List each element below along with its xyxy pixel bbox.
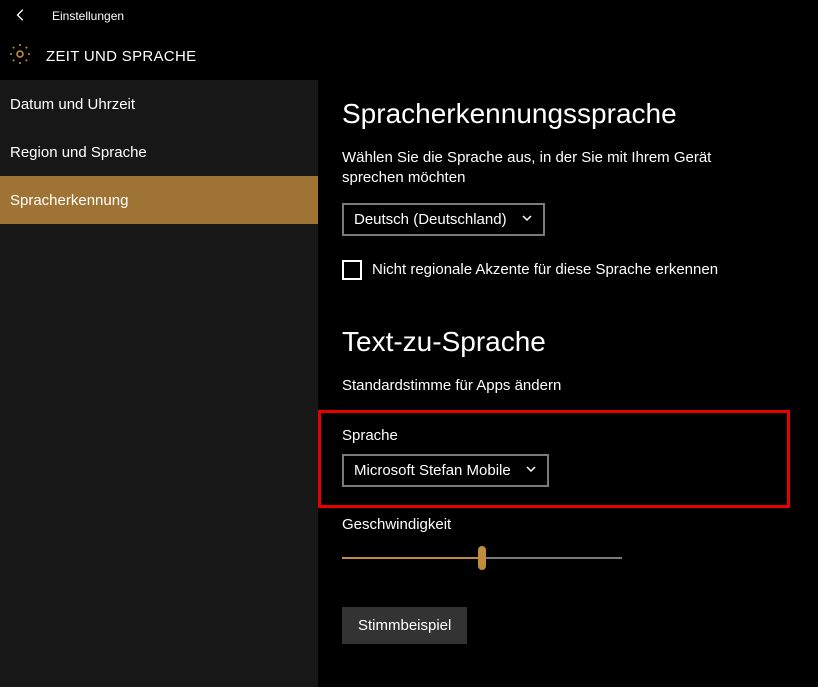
page-header: ZEIT UND SPRACHE xyxy=(0,32,818,80)
sidebar-item-speech[interactable]: Spracherkennung xyxy=(0,176,318,224)
speed-slider[interactable] xyxy=(342,553,622,565)
sidebar-item-datetime[interactable]: Datum und Uhrzeit xyxy=(0,80,318,128)
page-title: ZEIT UND SPRACHE xyxy=(46,48,196,65)
button-label: Stimmbeispiel xyxy=(358,617,451,634)
sidebar-item-label: Datum und Uhrzeit xyxy=(10,96,135,113)
slider-thumb xyxy=(478,546,486,570)
voice-select[interactable]: Microsoft Stefan Mobile xyxy=(342,454,549,487)
speed-label: Geschwindigkeit xyxy=(342,516,794,533)
section-title-speech-recognition: Spracherkennungssprache xyxy=(342,98,794,130)
section-title-tts: Text-zu-Sprache xyxy=(342,326,794,358)
sidebar-item-label: Region und Sprache xyxy=(10,144,147,161)
sidebar: Datum und Uhrzeit Region und Sprache Spr… xyxy=(0,80,318,687)
section-description: Standardstimme für Apps ändern xyxy=(342,376,772,396)
chevron-down-icon xyxy=(525,462,537,479)
section-description: Wählen Sie die Sprache aus, in der Sie m… xyxy=(342,148,772,189)
voice-label: Sprache xyxy=(335,427,773,444)
slider-track-filled xyxy=(342,557,482,559)
gear-icon xyxy=(8,42,32,71)
chevron-down-icon xyxy=(521,211,533,228)
sidebar-item-region[interactable]: Region und Sprache xyxy=(0,128,318,176)
preview-voice-button[interactable]: Stimmbeispiel xyxy=(342,607,467,644)
slider-track-empty xyxy=(482,557,622,559)
language-select[interactable]: Deutsch (Deutschland) xyxy=(342,203,545,236)
back-icon[interactable] xyxy=(14,8,28,25)
sidebar-item-label: Spracherkennung xyxy=(10,192,128,209)
checkbox-icon xyxy=(342,260,362,280)
checkbox-label: Nicht regionale Akzente für diese Sprach… xyxy=(372,261,718,278)
window-title: Einstellungen xyxy=(52,9,124,23)
content: Spracherkennungssprache Wählen Sie die S… xyxy=(318,80,818,687)
select-value: Microsoft Stefan Mobile xyxy=(354,462,511,479)
accent-checkbox[interactable]: Nicht regionale Akzente für diese Sprach… xyxy=(342,260,794,280)
titlebar: Einstellungen xyxy=(0,0,818,32)
voice-highlight-box: Sprache Microsoft Stefan Mobile xyxy=(318,410,790,508)
select-value: Deutsch (Deutschland) xyxy=(354,211,507,228)
